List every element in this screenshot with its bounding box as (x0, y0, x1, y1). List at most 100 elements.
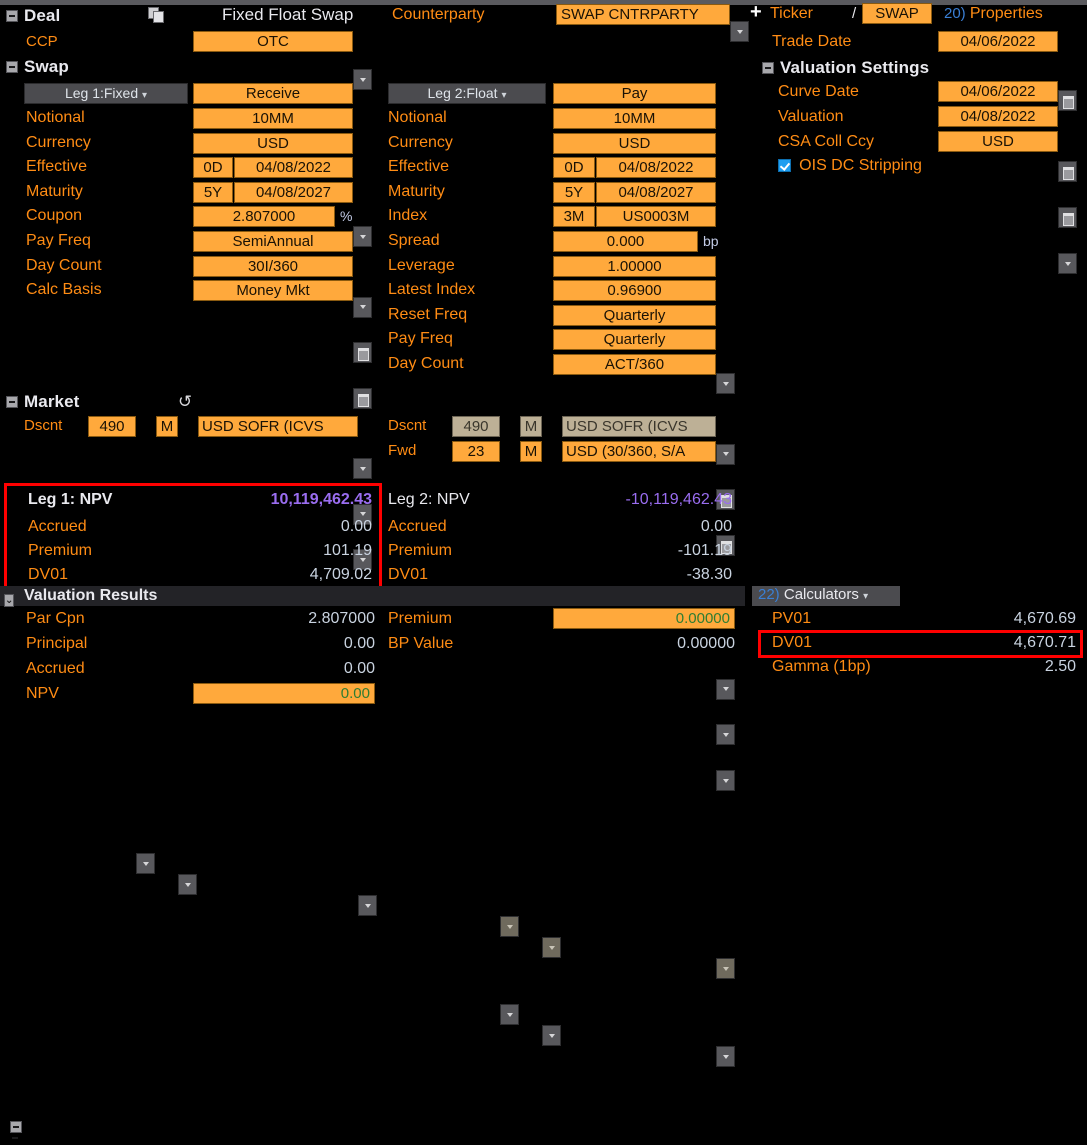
valuation-date-calendar-icon[interactable] (1058, 207, 1077, 228)
market-fwd-period-dropdown-icon[interactable] (542, 1025, 561, 1046)
market-dscnt-right-period-dropdown-icon[interactable] (542, 937, 561, 958)
leg1-row-value-3[interactable]: 04/08/2027 (234, 181, 353, 203)
properties-button[interactable]: 20) Properties (944, 5, 1043, 23)
market-dscnt-left-period[interactable]: M (156, 416, 178, 437)
counterparty-field[interactable]: SWAP CNTRPARTY (556, 4, 730, 25)
leg1-row-tenor-2[interactable]: 0D (193, 157, 233, 179)
ois-dc-stripping-label: OIS DC Stripping (799, 157, 922, 174)
leg2-row-tenor-4[interactable]: 3M (553, 206, 595, 228)
valuation-result-left-label-0: Par Cpn (26, 610, 85, 627)
market-dscnt-left-curve-dropdown-icon[interactable] (358, 895, 377, 916)
ccp-field[interactable]: OTC (193, 31, 353, 52)
trade-date-calendar-icon[interactable] (1058, 90, 1077, 111)
leg1-direction-field[interactable]: Receive (193, 83, 353, 104)
market-dscnt-right-period[interactable]: M (520, 416, 542, 437)
leg1-row-dropdown-icon-5[interactable] (353, 458, 372, 479)
ticker-field[interactable]: SWAP (862, 3, 932, 24)
valuation-result-right-field-0[interactable]: 0.00000 (553, 608, 735, 629)
leg2-tab[interactable]: Leg 2:Float ▾ (388, 83, 546, 104)
calculators-header[interactable]: 22) Calculators ▾ (752, 586, 900, 606)
trade-date-field[interactable]: 04/06/2022 (938, 31, 1058, 52)
leg1-tab-chevron-icon[interactable]: ▾ (142, 90, 147, 101)
market-fwd-curve[interactable]: USD (30/360, S/A (562, 441, 716, 462)
leg2-row-value-2[interactable]: 04/08/2022 (596, 157, 716, 179)
leg2-row-dropdown-icon-10[interactable] (716, 770, 735, 791)
swap-section-header[interactable]: Swap (6, 57, 69, 77)
leg1-row-value-0[interactable]: 10MM (193, 108, 353, 129)
ois-dc-stripping-row[interactable]: OIS DC Stripping (778, 157, 922, 175)
leg1-row-label-3: Maturity (26, 182, 83, 200)
leg1-results-expand-icon[interactable] (10, 1121, 22, 1133)
leg1-row-dropdown-icon-1[interactable] (353, 296, 372, 318)
leg2-row-value-6[interactable]: 1.00000 (553, 255, 716, 277)
swap-collapse-icon[interactable] (6, 61, 18, 73)
market-section-header[interactable]: Market (6, 392, 79, 412)
market-collapse-icon[interactable] (6, 396, 18, 408)
copy-icon[interactable] (148, 7, 166, 24)
refresh-icon[interactable]: ↺ (178, 393, 192, 410)
valuation-results-header[interactable]: ⌄ Valuation Results (0, 586, 745, 607)
leg1-direction-dropdown-icon[interactable] (353, 226, 372, 247)
leg2-direction-field[interactable]: Pay (553, 83, 716, 104)
leg2-row-label-0: Notional (388, 109, 447, 126)
curve-date-field[interactable]: 04/06/2022 (938, 81, 1058, 102)
csa-coll-ccy-dropdown-icon[interactable] (1058, 253, 1077, 274)
market-fwd-period[interactable]: M (520, 441, 542, 462)
market-dscnt-right-num[interactable]: 490 (452, 416, 500, 437)
leg2-row-tenor-3[interactable]: 5Y (553, 181, 595, 203)
leg2-row-value-3[interactable]: 04/08/2027 (596, 181, 716, 203)
market-dscnt-right-curve-dropdown-icon[interactable] (716, 958, 735, 979)
leg2-direction-dropdown-icon[interactable] (716, 373, 735, 394)
leg1-row-tenor-3[interactable]: 5Y (193, 181, 233, 203)
leg2-row-value-1[interactable]: USD (553, 132, 716, 154)
market-dscnt-left-num[interactable]: 490 (88, 416, 136, 437)
market-dscnt-left-period-dropdown-icon[interactable] (178, 874, 197, 895)
market-fwd-num[interactable]: 23 (452, 441, 500, 462)
deal-section-header[interactable]: Deal (6, 6, 60, 26)
leg1-row-value-5[interactable]: SemiAnnual (193, 231, 353, 252)
leg2-tab-chevron-icon[interactable]: ▾ (501, 90, 506, 101)
leg2-row-value-7[interactable]: 0.96900 (553, 280, 716, 302)
ois-dc-stripping-checkbox[interactable] (778, 159, 791, 172)
calculators-chevron-icon[interactable]: ▾ (863, 591, 868, 602)
market-dscnt-right-num-dropdown-icon[interactable] (500, 916, 519, 937)
leg1-row-value-2[interactable]: 04/08/2022 (234, 157, 353, 179)
valuation-result-left-field-3[interactable]: 0.00 (193, 683, 375, 704)
market-dscnt-left-curve[interactable]: USD SOFR (ICVS (198, 416, 358, 437)
valuation-settings-header[interactable]: Valuation Settings (762, 58, 929, 78)
leg2-row-dropdown-icon-9[interactable] (716, 724, 735, 746)
leg1-npv-value: 10,119,462.43 (270, 491, 372, 508)
valuation-date-label: Valuation (778, 108, 844, 125)
leg2-row-value-5[interactable]: 0.000 (553, 231, 698, 252)
leg1-tab[interactable]: Leg 1:Fixed ▾ (24, 83, 188, 104)
valuation-settings-collapse-icon[interactable] (762, 62, 774, 74)
curve-date-calendar-icon[interactable] (1058, 161, 1077, 182)
leg1-row-calendar-icon-3[interactable] (353, 387, 372, 409)
leg2-npv-value: -10,119,462.43 (625, 491, 732, 508)
market-fwd-num-dropdown-icon[interactable] (500, 1004, 519, 1025)
leg1-row-calendar-icon-2[interactable] (353, 342, 372, 364)
market-fwd-curve-dropdown-icon[interactable] (716, 1046, 735, 1067)
valuation-results-collapse-icon[interactable]: ⌄ (4, 594, 15, 607)
leg1-row-value-7[interactable]: Money Mkt (193, 280, 353, 302)
counterparty-dropdown-icon[interactable] (730, 21, 749, 42)
add-ticker-icon[interactable]: + (750, 2, 762, 22)
market-dscnt-left-num-dropdown-icon[interactable] (136, 853, 155, 874)
leg1-tab-label: Leg 1:Fixed (64, 85, 139, 101)
leg2-row-value-0[interactable]: 10MM (553, 108, 716, 129)
leg2-row-value-9[interactable]: Quarterly (553, 329, 716, 351)
leg2-row-value-8[interactable]: Quarterly (553, 304, 716, 326)
leg2-row-dropdown-icon-8[interactable] (716, 678, 735, 700)
csa-coll-ccy-field[interactable]: USD (938, 131, 1058, 152)
leg1-row-value-1[interactable]: USD (193, 132, 353, 154)
leg2-row-tenor-2[interactable]: 0D (553, 157, 595, 179)
deal-collapse-icon[interactable] (6, 10, 18, 22)
market-dscnt-right-curve[interactable]: USD SOFR (ICVS (562, 416, 716, 437)
ccp-dropdown-icon[interactable] (353, 69, 372, 90)
leg2-row-value-4[interactable]: US0003M (596, 206, 716, 228)
leg1-row-value-4[interactable]: 2.807000 (193, 206, 335, 228)
valuation-date-field[interactable]: 04/08/2022 (938, 106, 1058, 127)
leg2-row-value-10[interactable]: ACT/360 (553, 354, 716, 375)
leg1-row-value-6[interactable]: 30I/360 (193, 255, 353, 277)
leg2-row-dropdown-icon-1[interactable] (716, 443, 735, 465)
